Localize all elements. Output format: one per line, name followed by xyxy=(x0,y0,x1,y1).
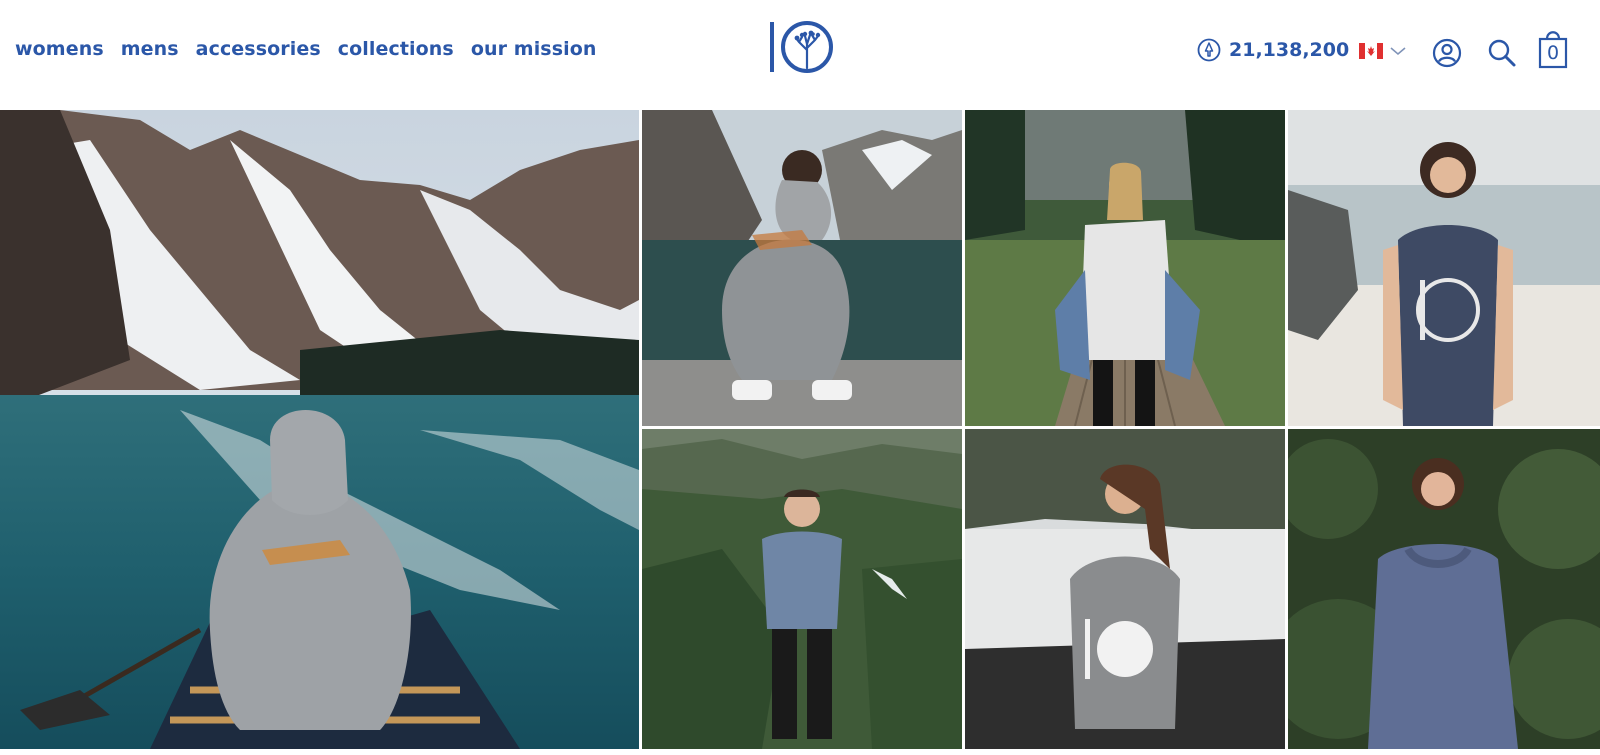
page-fold-divider xyxy=(0,749,1600,755)
logo-icon xyxy=(770,21,833,73)
nav-collections[interactable]: collections xyxy=(338,38,454,60)
gallery-tile-man-hills[interactable] xyxy=(642,429,962,749)
nav-accessories[interactable]: accessories xyxy=(196,38,321,60)
tree-counter[interactable]: 21,138,200 xyxy=(1197,38,1349,62)
chevron-down-icon xyxy=(1390,47,1406,56)
canada-flag-icon xyxy=(1359,43,1383,59)
cart-button[interactable]: 0 xyxy=(1538,27,1568,69)
gallery-tile-canoe-lake[interactable] xyxy=(0,110,639,749)
tree-icon xyxy=(1197,38,1221,62)
gallery-tile-man-lake[interactable] xyxy=(642,110,962,426)
gallery-tile-woman-coast[interactable] xyxy=(965,429,1285,749)
photo-woman-beach xyxy=(1288,110,1600,426)
account-button[interactable] xyxy=(1432,38,1462,73)
site-header: womens mens accessories collections our … xyxy=(0,0,1600,110)
country-selector[interactable] xyxy=(1359,43,1407,59)
photo-woman-boardwalk xyxy=(965,110,1285,426)
gallery-tile-woman-boardwalk[interactable] xyxy=(965,110,1285,426)
nav-womens[interactable]: womens xyxy=(15,38,104,60)
main-nav: womens mens accessories collections our … xyxy=(15,38,597,60)
gallery-tile-woman-foliage[interactable] xyxy=(1288,429,1600,749)
user-icon xyxy=(1432,38,1462,68)
gallery-tile-woman-beach[interactable] xyxy=(1288,110,1600,426)
cart-count: 0 xyxy=(1546,42,1560,64)
tree-count: 21,138,200 xyxy=(1229,39,1350,61)
photo-woman-coast xyxy=(965,429,1285,749)
photo-canoe-lake xyxy=(0,110,639,749)
photo-woman-foliage xyxy=(1288,429,1600,749)
photo-man-lake xyxy=(642,110,962,426)
photo-man-hills xyxy=(642,429,962,749)
nav-mens[interactable]: mens xyxy=(121,38,179,60)
brand-logo[interactable] xyxy=(766,20,838,74)
search-icon xyxy=(1488,39,1516,67)
search-button[interactable] xyxy=(1487,38,1517,73)
nav-our-mission[interactable]: our mission xyxy=(471,38,597,60)
